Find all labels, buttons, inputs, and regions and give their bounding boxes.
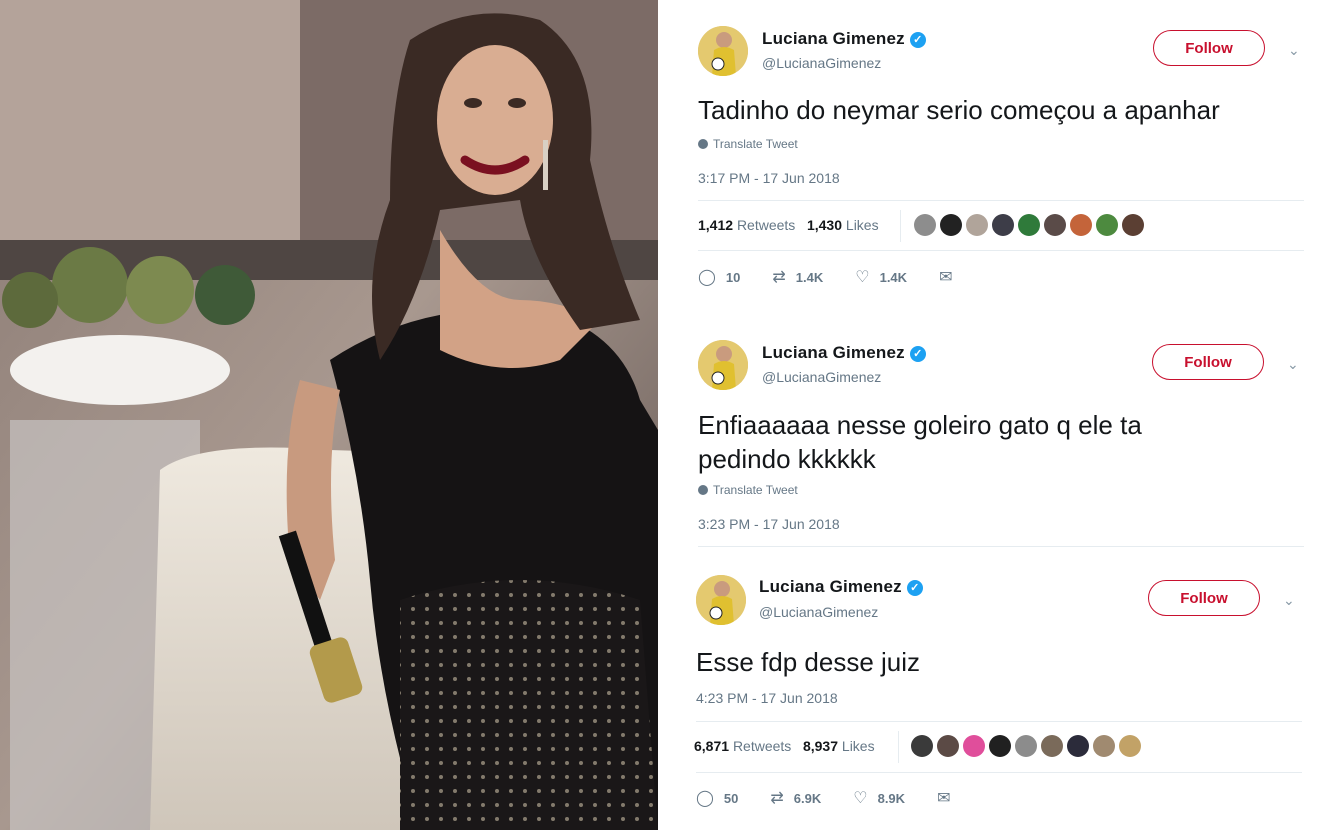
dm-icon: ✉	[937, 790, 951, 807]
likers-avatars	[911, 735, 1141, 757]
stats-separator	[898, 731, 899, 763]
retweets-label[interactable]: Retweets	[733, 738, 791, 754]
like-button[interactable]: ♡ 1.4K	[855, 267, 907, 287]
tweet-timestamp[interactable]: 3:23 PM - 17 Jun 2018	[698, 516, 840, 532]
avatar[interactable]	[696, 575, 746, 625]
tweet-text: Esse fdp desse juiz	[696, 647, 921, 677]
divider	[698, 200, 1304, 201]
like-icon: ♡	[853, 790, 868, 807]
studio-photo	[0, 0, 658, 830]
tweet-actions: ◯ 50 ⇄ 6.9K ♡ 8.9K ✉	[696, 788, 992, 808]
liker-avatar[interactable]	[1018, 214, 1040, 236]
likes-count[interactable]: 1,430	[807, 217, 842, 233]
retweet-button[interactable]: ⇄ 1.4K	[772, 267, 823, 287]
reply-button[interactable]: ◯ 50	[696, 788, 738, 808]
avatar[interactable]	[698, 340, 748, 390]
liker-avatar[interactable]	[914, 214, 936, 236]
liker-avatar[interactable]	[989, 735, 1011, 757]
retweets-count[interactable]: 1,412	[698, 217, 733, 233]
tweet-text: Tadinho do neymar serio começou a apanha…	[698, 95, 1220, 125]
dm-button[interactable]: ✉	[937, 788, 960, 808]
avatar[interactable]	[698, 26, 748, 76]
like-icon: ♡	[855, 269, 870, 286]
liker-avatar[interactable]	[963, 735, 985, 757]
stats-separator	[900, 210, 901, 242]
divider	[696, 721, 1302, 722]
follow-button[interactable]: Follow	[1152, 344, 1264, 380]
tweet-text-line: Enfiaaaaaa nesse goleiro gato q ele ta	[698, 410, 1142, 440]
likes-count[interactable]: 8,937	[803, 738, 838, 754]
liker-avatar[interactable]	[966, 214, 988, 236]
tweet-actions: ◯ 10 ⇄ 1.4K ♡ 1.4K ✉	[698, 267, 994, 287]
likes-label[interactable]: Likes	[846, 217, 879, 233]
user-handle[interactable]: @LucianaGimenez	[762, 369, 881, 385]
follow-button[interactable]: Follow	[1148, 580, 1260, 616]
tweet-timestamp[interactable]: 4:23 PM - 17 Jun 2018	[696, 690, 838, 706]
liker-avatar[interactable]	[1044, 214, 1066, 236]
liker-avatar[interactable]	[1122, 214, 1144, 236]
retweet-button[interactable]: ⇄ 6.9K	[770, 788, 821, 808]
retweets-count[interactable]: 6,871	[694, 738, 729, 754]
user-handle[interactable]: @LucianaGimenez	[762, 55, 881, 71]
reply-icon: ◯	[696, 790, 714, 807]
divider	[696, 772, 1302, 773]
retweet-icon: ⇄	[770, 790, 784, 807]
liker-avatar[interactable]	[937, 735, 959, 757]
tweet-timestamp[interactable]: 3:17 PM - 17 Jun 2018	[698, 170, 840, 186]
liker-avatar[interactable]	[1093, 735, 1115, 757]
engagement-stats: 6,871 Retweets 8,937 Likes	[694, 738, 875, 754]
translate-tweet-link[interactable]: Translate Tweet	[698, 483, 798, 497]
chevron-down-icon[interactable]: ⌄	[1287, 357, 1299, 371]
reply-icon: ◯	[698, 269, 716, 286]
liker-avatar[interactable]	[1041, 735, 1063, 757]
liker-avatar[interactable]	[1119, 735, 1141, 757]
verified-icon: ✓	[906, 580, 923, 596]
chevron-down-icon[interactable]: ⌄	[1283, 593, 1295, 607]
dm-button[interactable]: ✉	[939, 267, 962, 287]
like-button[interactable]: ♡ 8.9K	[853, 788, 905, 808]
retweet-icon: ⇄	[772, 269, 786, 286]
divider	[698, 250, 1304, 251]
liker-avatar[interactable]	[1070, 214, 1092, 236]
dm-icon: ✉	[939, 269, 953, 286]
follow-button[interactable]: Follow	[1153, 30, 1265, 66]
reply-button[interactable]: ◯ 10	[698, 267, 740, 287]
chevron-down-icon[interactable]: ⌄	[1288, 43, 1300, 57]
liker-avatar[interactable]	[992, 214, 1014, 236]
verified-icon: ✓	[909, 346, 926, 362]
tweet-text: Enfiaaaaaa nesse goleiro gato q ele ta p…	[698, 408, 1308, 476]
verified-icon: ✓	[909, 32, 926, 48]
translate-tweet-link[interactable]: Translate Tweet	[698, 137, 798, 151]
retweets-label[interactable]: Retweets	[737, 217, 795, 233]
user-name[interactable]: Luciana Gimenez ✓	[759, 577, 923, 597]
user-handle[interactable]: @LucianaGimenez	[759, 604, 878, 620]
globe-icon	[698, 485, 708, 495]
tweet-text-line: pedindo kkkkkk	[698, 444, 876, 474]
likes-label[interactable]: Likes	[842, 738, 875, 754]
globe-icon	[698, 139, 708, 149]
tweets-panel: Luciana Gimenez ✓ @LucianaGimenez Follow …	[658, 0, 1335, 830]
liker-avatar[interactable]	[1067, 735, 1089, 757]
liker-avatar[interactable]	[940, 214, 962, 236]
liker-avatar[interactable]	[911, 735, 933, 757]
engagement-stats: 1,412 Retweets 1,430 Likes	[698, 217, 879, 233]
liker-avatar[interactable]	[1096, 214, 1118, 236]
user-name[interactable]: Luciana Gimenez ✓	[762, 29, 926, 49]
likers-avatars	[914, 214, 1144, 236]
user-name[interactable]: Luciana Gimenez ✓	[762, 343, 926, 363]
liker-avatar[interactable]	[1015, 735, 1037, 757]
divider	[698, 546, 1304, 547]
